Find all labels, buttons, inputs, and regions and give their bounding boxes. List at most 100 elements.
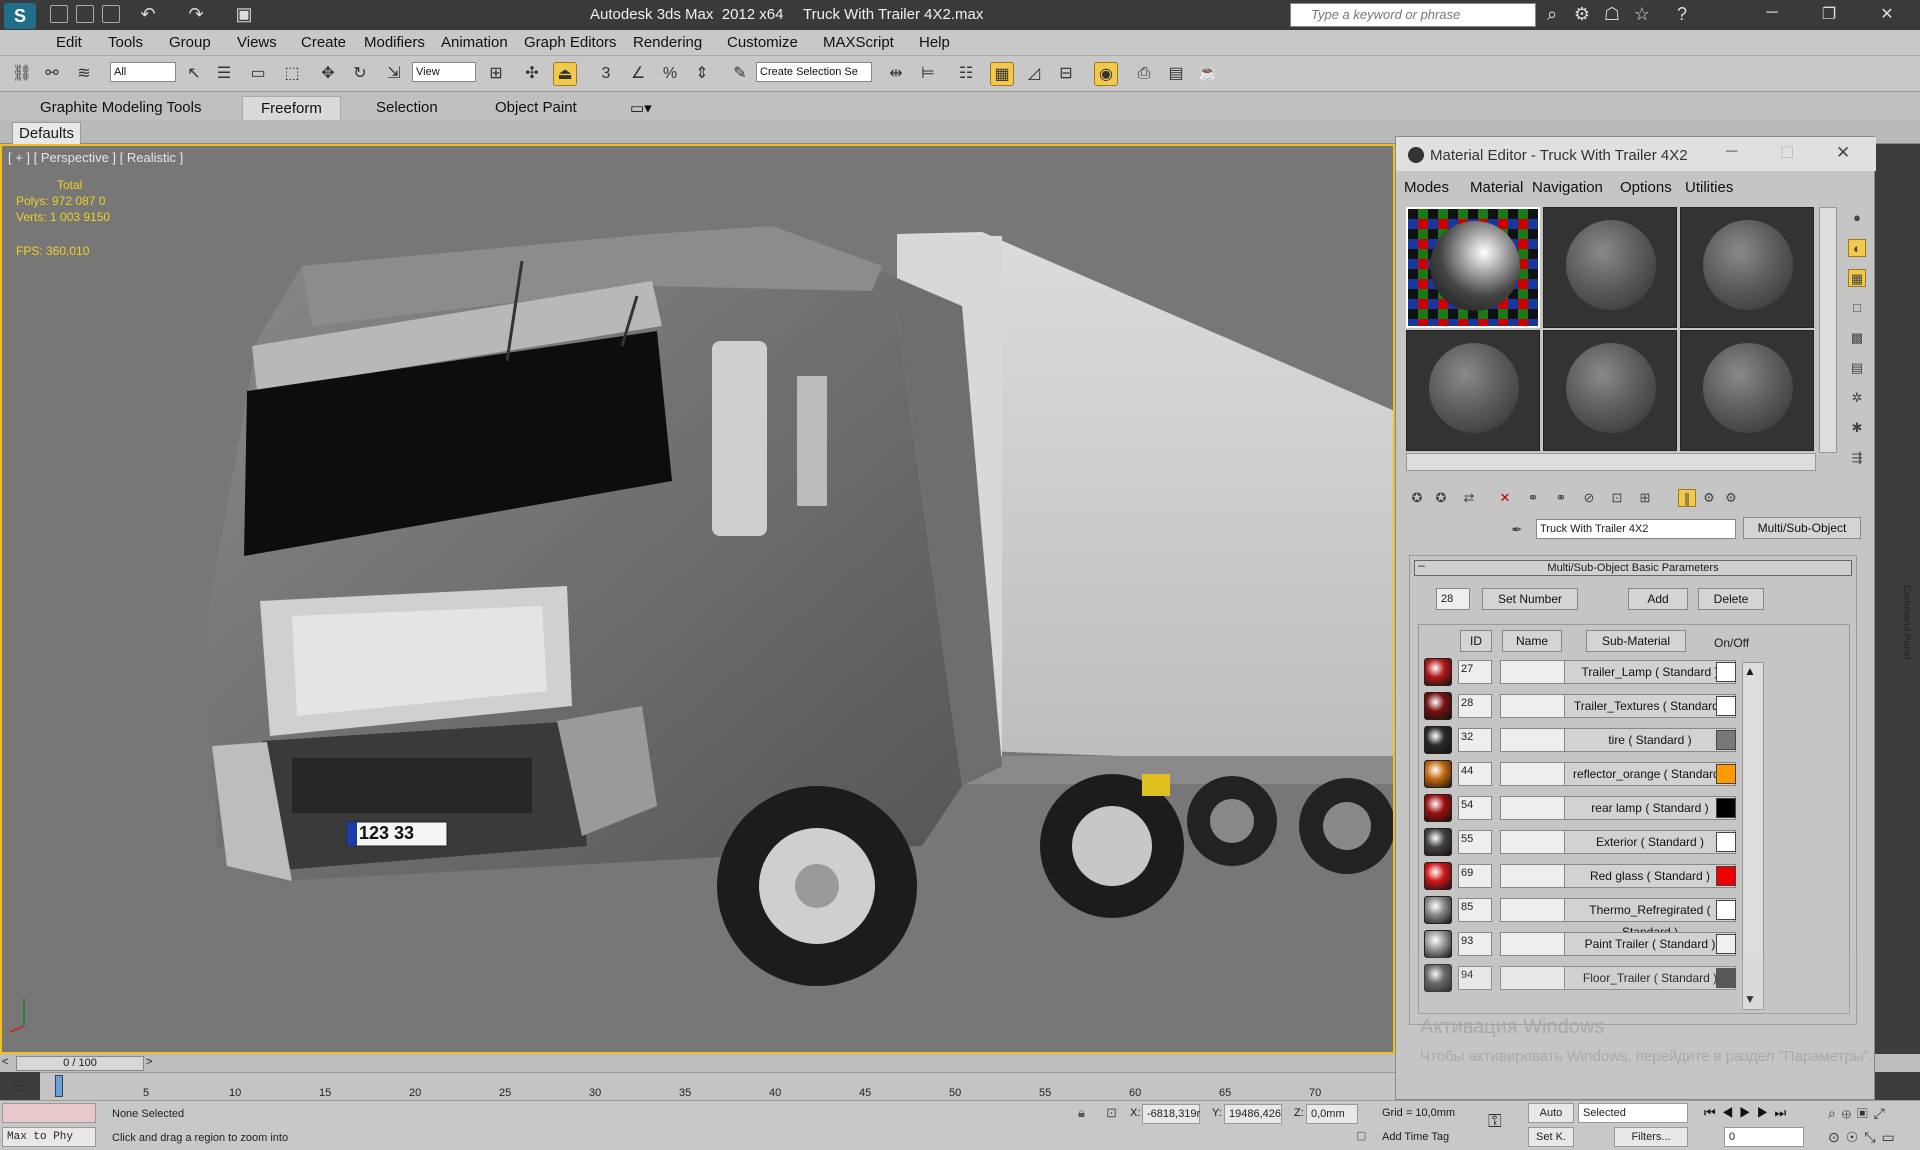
submaterial-name-field[interactable] <box>1500 762 1574 786</box>
menu-customize[interactable]: Customize <box>727 34 798 51</box>
communication-icon[interactable]: ☖ <box>1602 4 1622 24</box>
move-icon[interactable]: ✥ <box>316 62 340 86</box>
ribbon-options-icon[interactable]: ▭▾ <box>630 99 652 117</box>
menu-maxscript[interactable]: MAXScript <box>823 34 894 51</box>
viewport-nav-icons-2[interactable]: ⊙☉⤡▭ <box>1828 1129 1901 1146</box>
open-file-icon[interactable] <box>76 5 94 23</box>
restore-icon[interactable]: ❐ <box>1814 4 1844 26</box>
search-input[interactable]: Type a keyword or phrase <box>1290 3 1536 27</box>
current-frame-field[interactable]: 0 <box>1724 1127 1804 1147</box>
video-color-check-icon[interactable]: ▩ <box>1848 329 1866 347</box>
submaterial-button[interactable]: reflector_orange ( Standard ) <box>1564 762 1736 786</box>
window-crossing-icon[interactable]: ⬚ <box>280 62 304 86</box>
sort-by-id-button[interactable]: ID <box>1460 630 1492 652</box>
filters-button[interactable]: Filters... <box>1614 1127 1688 1147</box>
submaterial-id-field[interactable]: 32 <box>1458 728 1492 752</box>
material-map-navigator-icon[interactable]: ⇶ <box>1848 449 1866 467</box>
submaterial-thumbnail[interactable] <box>1424 930 1452 958</box>
submaterial-color-swatch[interactable] <box>1716 696 1736 716</box>
time-prev-icon[interactable]: < <box>2 1056 8 1068</box>
submaterial-button[interactable]: Exterior ( Standard ) <box>1564 830 1736 854</box>
minimize-icon[interactable]: ─ <box>1757 4 1787 26</box>
show-end-result-icon[interactable]: ⊞ <box>1636 489 1654 507</box>
submaterial-button[interactable]: Trailer_Textures ( Standard ) <box>1564 694 1736 718</box>
submaterial-thumbnail[interactable] <box>1424 862 1452 890</box>
submaterial-id-field[interactable]: 93 <box>1458 932 1492 956</box>
defaults-button[interactable]: Defaults <box>12 122 82 145</box>
reset-map-icon[interactable]: ✕ <box>1496 489 1514 507</box>
new-file-icon[interactable] <box>50 5 68 23</box>
undo-icon[interactable]: ↶ <box>138 4 158 24</box>
submaterial-id-field[interactable]: 69 <box>1458 864 1492 888</box>
material-editor-titlebar[interactable]: Material Editor - Truck With Trailer 4X2… <box>1396 137 1876 171</box>
me-menu-modes[interactable]: Modes <box>1404 179 1449 196</box>
options-icon[interactable]: ✲ <box>1848 389 1866 407</box>
x-coordinate-field[interactable]: -6818,319r <box>1142 1104 1200 1124</box>
percent-snap-icon[interactable]: % <box>658 62 682 86</box>
submaterial-button[interactable]: Paint Trailer ( Standard ) <box>1564 932 1736 956</box>
submaterial-id-field[interactable]: 85 <box>1458 898 1492 922</box>
ref-coord-dropdown[interactable]: View <box>412 62 476 82</box>
time-tag-icon[interactable]: ▢ <box>1356 1129 1366 1142</box>
select-by-material-icon[interactable]: ✱ <box>1848 419 1866 437</box>
pivot-center-icon[interactable]: ⊞ <box>484 62 508 86</box>
track-bar-ruler[interactable]: 0 5 10 15 20 25 30 35 40 45 50 55 60 65 … <box>40 1072 1420 1100</box>
show-map-icon[interactable]: ⊡ <box>1608 489 1626 507</box>
sort-by-name-button[interactable]: Name <box>1502 630 1562 652</box>
go-forward-sibling-icon[interactable]: ⚙ <box>1700 489 1718 507</box>
me-menu-options[interactable]: Options <box>1620 179 1672 196</box>
auto-key-button[interactable]: Auto <box>1528 1103 1574 1123</box>
menu-views[interactable]: Views <box>237 34 277 51</box>
keyboard-shortcut-override-icon[interactable]: ⏏ <box>553 62 577 86</box>
menu-tools[interactable]: Tools <box>108 34 143 51</box>
favorites-star-icon[interactable]: ☆ <box>1632 4 1652 24</box>
submaterial-thumbnail[interactable] <box>1424 896 1452 924</box>
submaterial-name-field[interactable] <box>1500 694 1574 718</box>
sort-by-submaterial-button[interactable]: Sub-Material <box>1586 630 1686 652</box>
maximize-icon[interactable]: ☐ <box>1780 143 1794 163</box>
submaterial-color-swatch[interactable] <box>1716 730 1736 750</box>
submaterial-button[interactable]: Thermo_Refregirated ( Standard ) <box>1564 898 1736 939</box>
eyedropper-icon[interactable]: ✒ <box>1508 521 1526 539</box>
submaterial-name-field[interactable] <box>1500 932 1574 956</box>
sample-slot[interactable] <box>1406 207 1540 328</box>
material-id-channel-icon[interactable]: ⊘ <box>1580 489 1598 507</box>
redo-icon[interactable]: ↷ <box>186 4 206 24</box>
set-number-button[interactable]: Set Number <box>1482 588 1578 610</box>
named-selection-dropdown[interactable]: Create Selection Se <box>756 62 872 82</box>
menu-help[interactable]: Help <box>919 34 950 51</box>
select-object-icon[interactable]: ↖ <box>182 62 206 86</box>
time-next-icon[interactable]: > <box>146 1056 152 1068</box>
spinner-snap-icon[interactable]: ⇕ <box>690 62 714 86</box>
perspective-viewport[interactable]: 123 33 [ + ] [ Perspective ] [ Realistic… <box>0 144 1395 1054</box>
tab-selection[interactable]: Selection <box>376 99 438 116</box>
submaterial-button[interactable]: tire ( Standard ) <box>1564 728 1736 752</box>
sample-type-icon[interactable]: ● <box>1848 209 1866 227</box>
material-name-field[interactable]: Truck With Trailer 4X2 <box>1536 519 1736 539</box>
close-icon[interactable]: ✕ <box>1836 143 1850 163</box>
add-button[interactable]: Add <box>1628 588 1688 610</box>
material-editor-icon[interactable]: ◉ <box>1094 62 1118 86</box>
slots-vertical-scrollbar[interactable] <box>1819 207 1837 453</box>
tab-freeform[interactable]: Freeform <box>242 96 341 120</box>
maxscript-listener-field[interactable] <box>2 1103 96 1123</box>
submaterial-id-field[interactable]: 54 <box>1458 796 1492 820</box>
add-time-tag[interactable]: Add Time Tag <box>1382 1131 1449 1143</box>
material-editor-window[interactable]: Material Editor - Truck With Trailer 4X2… <box>1395 136 1876 1100</box>
count-field[interactable]: 28 <box>1436 588 1470 610</box>
submaterial-color-swatch[interactable] <box>1716 764 1736 784</box>
render-setup-icon[interactable]: ⎙ <box>1132 62 1156 86</box>
background-icon[interactable]: ▦ <box>1848 269 1866 287</box>
key-filter-dropdown[interactable]: Selected <box>1578 1103 1688 1123</box>
slots-horizontal-scrollbar[interactable] <box>1406 453 1816 471</box>
selection-filter-dropdown[interactable]: All <box>110 62 176 82</box>
get-material-icon[interactable]: ✪ <box>1408 489 1426 507</box>
submaterial-color-swatch[interactable] <box>1716 900 1736 920</box>
schematic-view-icon[interactable]: ⊟ <box>1054 62 1078 86</box>
absolute-mode-icon[interactable]: ⊡ <box>1106 1105 1117 1121</box>
y-coordinate-field[interactable]: 19486,426 <box>1224 1104 1282 1124</box>
time-slider[interactable]: 0 / 100 <box>16 1056 144 1071</box>
bind-space-warp-icon[interactable]: ≋ <box>72 62 96 86</box>
track-bar-icon[interactable]: ☰ <box>12 1078 32 1096</box>
close-icon[interactable]: ✕ <box>1872 4 1902 26</box>
